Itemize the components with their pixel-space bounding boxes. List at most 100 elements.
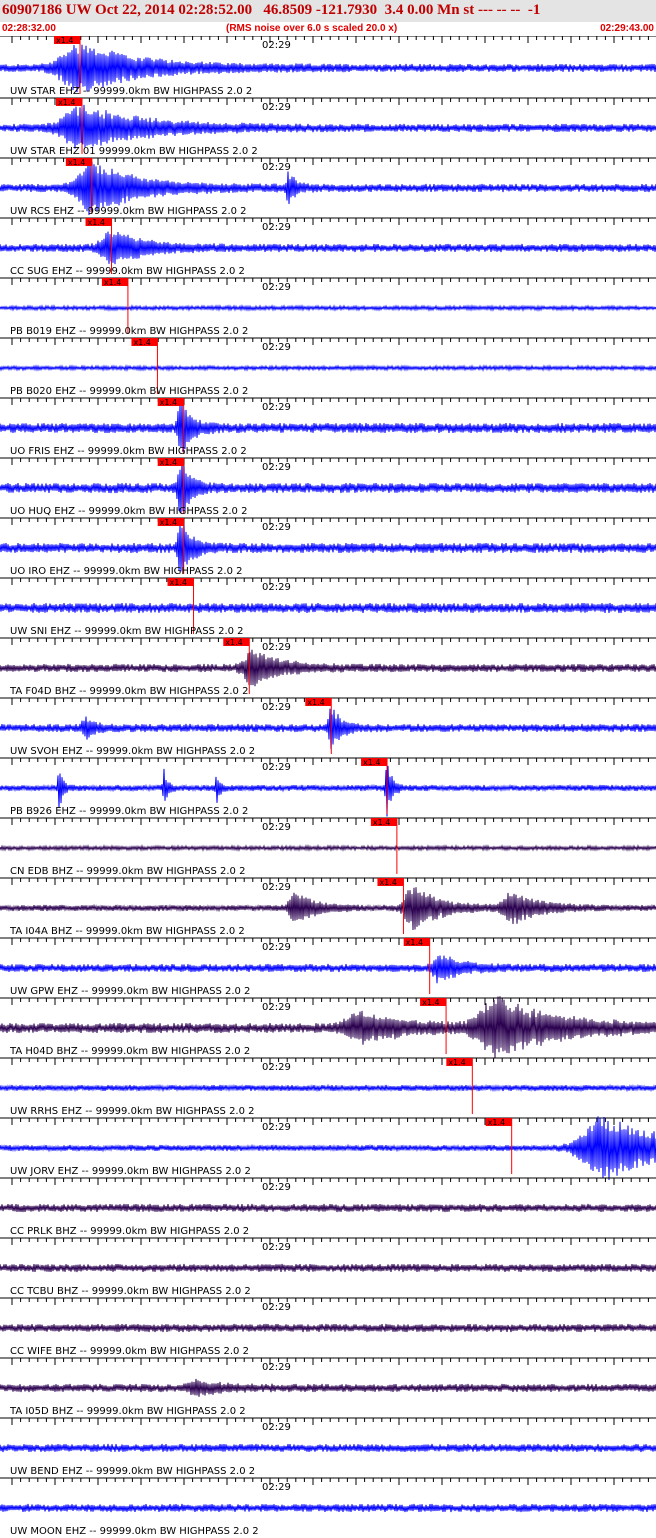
channel-trace: 02:29 x1.4 PB B926 EHZ -- 99999.0km BW HIG… bbox=[0, 757, 656, 817]
header-bar: 60907186 UW Oct 22, 2014 02:28:52.00 46.… bbox=[0, 0, 656, 22]
waveform bbox=[0, 1203, 656, 1213]
pick-label: x1.4 bbox=[58, 98, 75, 107]
pick-label: x1.4 bbox=[406, 938, 423, 947]
axis-ticks bbox=[11, 1298, 649, 1305]
waveform bbox=[0, 887, 656, 931]
axis-ticks bbox=[11, 398, 649, 405]
tick-time-label: 02:29 bbox=[262, 102, 291, 113]
channel-label: UW BEND EHZ -- 99999.0km BW HIGHPASS 2.0… bbox=[10, 1466, 255, 1477]
channel-label: UW GPW EHZ -- 99999.0km BW HIGHPASS 2.0 … bbox=[10, 986, 250, 997]
pick-label: x1.4 bbox=[225, 638, 242, 647]
pick-label: x1.4 bbox=[160, 518, 177, 527]
scaling-note: (RMS noise over 6.0 s scaled 20.0 x) bbox=[226, 23, 398, 34]
tick-time-label: 02:29 bbox=[262, 882, 291, 893]
channel-label: TA I04A BHZ -- 99999.0km BW HIGHPASS 2.0… bbox=[9, 926, 245, 937]
waveform bbox=[0, 104, 656, 149]
axis-ticks bbox=[11, 1418, 649, 1425]
channel-trace: 02:29 x1.4 CN EDB BHZ -- 99999.0km BW HIGH… bbox=[0, 817, 656, 877]
channel-label: UW RCS EHZ -- 99999.0km BW HIGHPASS 2.0 … bbox=[10, 206, 247, 217]
channel-trace: 02:29 x1.4 TA F04D BHZ -- 99999.0km BW HIG… bbox=[0, 637, 656, 697]
tick-time-label: 02:29 bbox=[262, 582, 291, 593]
channel-trace: 02:29 x1.4 UO HUQ EHZ -- 99999.0km BW HIGH… bbox=[0, 457, 656, 517]
axis-ticks bbox=[11, 518, 649, 525]
axis-ticks bbox=[11, 818, 649, 825]
axis-ticks bbox=[11, 1178, 649, 1185]
waveform bbox=[0, 1323, 656, 1333]
channel-trace: 02:29 x1.4 TA I04A BHZ -- 99999.0km BW HIG… bbox=[0, 877, 656, 937]
channel-trace: 02:29 x1.4 UW STAR EHZ 01 99999.0km BW HIG… bbox=[0, 97, 656, 157]
tick-time-label: 02:29 bbox=[262, 1002, 291, 1013]
pick-label: x1.4 bbox=[68, 158, 85, 167]
axis-ticks bbox=[11, 158, 649, 165]
tick-time-label: 02:29 bbox=[262, 522, 291, 533]
channel-trace: 02:29 UW BEND EHZ -- 99999.0km BW HIGHPAS… bbox=[0, 1417, 656, 1477]
channel-label: PB B926 EHZ -- 99999.0km BW HIGHPASS 2.0… bbox=[10, 806, 248, 817]
axis-ticks bbox=[11, 338, 649, 345]
waveform bbox=[0, 1083, 656, 1093]
pick-label: x1.4 bbox=[56, 36, 73, 45]
pick-label: x1.4 bbox=[448, 1058, 465, 1067]
waveform bbox=[0, 1263, 656, 1273]
channel-trace: 02:29 x1.4 UW SVOH EHZ -- 99999.0km BW HIG… bbox=[0, 697, 656, 757]
pick-label: x1.4 bbox=[307, 698, 324, 707]
axis-ticks bbox=[11, 578, 649, 585]
tick-time-label: 02:29 bbox=[262, 1422, 291, 1433]
seismogram-panel: 02:29x1.4UW STAR EHZ -- 99999.0km BW HIG… bbox=[0, 36, 656, 1537]
axis-ticks bbox=[11, 98, 649, 105]
channel-trace: 02:29 x1.4 CC SUG EHZ -- 99999.0km BW HIGH… bbox=[0, 217, 656, 277]
channel-label: UW SVOH EHZ -- 99999.0km BW HIGHPASS 2.0… bbox=[10, 746, 255, 757]
axis-ticks bbox=[11, 998, 649, 1005]
channel-trace: 02:29 x1.4 UO FRIS EHZ -- 99999.0km BW HIG… bbox=[0, 397, 656, 457]
waveform bbox=[0, 1378, 656, 1397]
tick-time-label: 02:29 bbox=[262, 1062, 291, 1073]
waveform bbox=[0, 649, 656, 687]
pick-label: x1.4 bbox=[133, 338, 150, 347]
tick-time-label: 02:29 bbox=[262, 1182, 291, 1193]
channel-label: TA F04D BHZ -- 99999.0km BW HIGHPASS 2.0… bbox=[9, 686, 248, 697]
channel-trace: 02:29 CC TCBU BHZ -- 99999.0km BW HIGHPAS… bbox=[0, 1237, 656, 1297]
waveform bbox=[0, 844, 656, 852]
channel-trace: 02:29 x1.4 UW STAR EHZ -- 99999.0km BW HIG… bbox=[0, 36, 656, 97]
pick-label: x1.4 bbox=[422, 998, 439, 1007]
channel-label: TA H04D BHZ -- 99999.0km BW HIGHPASS 2.0… bbox=[9, 1046, 250, 1057]
pick-label: x1.4 bbox=[373, 818, 390, 827]
pick-label: x1.4 bbox=[88, 218, 105, 227]
waveform bbox=[0, 602, 656, 614]
tick-time-label: 02:29 bbox=[262, 462, 291, 473]
tick-time-label: 02:29 bbox=[262, 642, 291, 653]
axis-ticks bbox=[11, 1058, 649, 1065]
tick-time-label: 02:29 bbox=[262, 1482, 291, 1493]
axis-ticks bbox=[11, 1478, 649, 1485]
channel-label: TA I05D BHZ -- 99999.0km BW HIGHPASS 2.0… bbox=[9, 1406, 246, 1417]
channel-trace: 02:29 TA I05D BHZ -- 99999.0km BW HIGHPAS… bbox=[0, 1357, 656, 1417]
channel-label: UW JORV EHZ -- 99999.0km BW HIGHPASS 2.0… bbox=[10, 1166, 251, 1177]
pick-label: x1.4 bbox=[488, 1118, 505, 1127]
waveform bbox=[0, 708, 656, 750]
channel-trace: 02:29 CC WIFE BHZ -- 99999.0km BW HIGHPAS… bbox=[0, 1297, 656, 1357]
channel-trace: 02:29 UW MOON EHZ -- 99999.0km BW HIGHPAS… bbox=[0, 1477, 656, 1537]
axis-ticks bbox=[11, 1358, 649, 1365]
channel-label: UO HUQ EHZ -- 99999.0km BW HIGHPASS 2.0 … bbox=[10, 506, 247, 517]
channel-label: CC PRLK BHZ -- 99999.0km BW HIGHPASS 2.0… bbox=[10, 1226, 249, 1237]
channel-label: PB B020 EHZ -- 99999.0km BW HIGHPASS 2.0… bbox=[10, 386, 248, 397]
axis-ticks bbox=[11, 638, 649, 645]
waveform bbox=[0, 1503, 656, 1513]
channel-trace: 02:29 x1.4 PB B020 EHZ -- 99999.0km BW HIG… bbox=[0, 337, 656, 397]
pick-label: x1.4 bbox=[104, 278, 121, 287]
waveform bbox=[0, 231, 656, 265]
channel-trace: 02:29 x1.4 TA H04D BHZ -- 99999.0km BW HIG… bbox=[0, 996, 656, 1058]
waveform bbox=[0, 44, 656, 93]
channel-trace: 02:29 x1.4 UO IRO EHZ -- 99999.0km BW HIGH… bbox=[0, 517, 656, 577]
channel-trace: 02:29 x1.4 PB B019 EHZ -- 99999.0km BW HIG… bbox=[0, 277, 656, 337]
tick-time-label: 02:29 bbox=[262, 342, 291, 353]
waveform bbox=[0, 459, 656, 513]
channel-label: UO IRO EHZ -- 99999.0km BW HIGHPASS 2.0 … bbox=[10, 566, 243, 577]
tick-time-label: 02:29 bbox=[262, 222, 291, 233]
axis-ticks bbox=[11, 36, 649, 43]
end-time-label: 02:29:43.00 bbox=[600, 23, 654, 34]
channel-label: UW SNI EHZ -- 99999.0km BW HIGHPASS 2.0 … bbox=[10, 626, 244, 637]
pick-label: x1.4 bbox=[363, 758, 380, 767]
waveform bbox=[0, 1443, 656, 1453]
waveform bbox=[0, 955, 656, 984]
waveform bbox=[0, 401, 656, 453]
